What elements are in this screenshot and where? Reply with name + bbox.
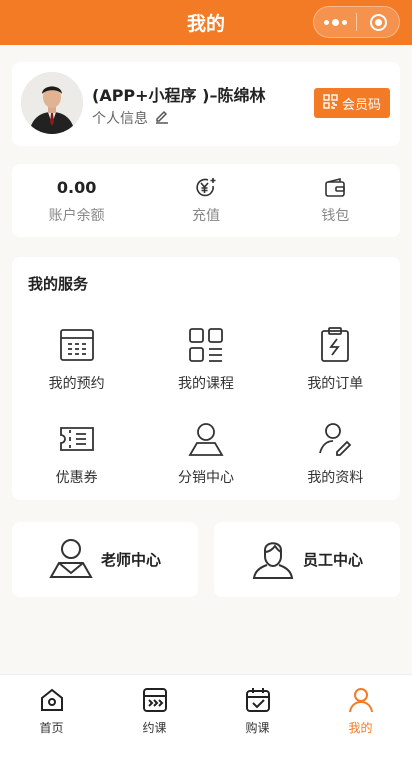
service-label: 我的资料: [307, 470, 364, 486]
nav-bar: 我的: [0, 0, 412, 45]
staff-center-button[interactable]: 员工中心: [214, 522, 400, 597]
recharge-label: 充值: [191, 207, 220, 224]
balance-label: 账户余额: [48, 207, 105, 224]
service-distribution-center[interactable]: 分销中心: [141, 421, 270, 487]
tab-buy-class[interactable]: 购课: [206, 675, 309, 760]
dot-icon: [331, 18, 339, 26]
tab-label: 约课: [142, 721, 167, 735]
service-my-profile[interactable]: 我的资料: [271, 421, 400, 487]
wallet-stats-card: 0.00 账户余额 充值 钱包: [12, 164, 400, 237]
buy-class-icon: [245, 687, 271, 717]
yuan-plus-icon: [194, 177, 218, 199]
service-label: 我的预约: [48, 376, 105, 392]
dot-icon: [323, 19, 329, 25]
user-name: (APP+小程序 )–陈绵林: [92, 86, 266, 105]
profile-card[interactable]: (APP+小程序 )–陈绵林 个人信息 会员码: [12, 62, 400, 146]
my-services-card: 我的服务 我的预约 我的课程 我的订单 优惠券 分销中心 我的资料: [12, 257, 400, 500]
person-edit-icon: [317, 421, 353, 461]
service-label: 分销中心: [177, 470, 234, 486]
avatar[interactable]: [21, 72, 83, 134]
staff-icon: [251, 536, 295, 584]
more-menu-button[interactable]: [314, 7, 356, 37]
service-label: 我的订单: [307, 376, 364, 392]
dot-icon: [341, 19, 347, 25]
service-coupons[interactable]: 优惠券: [12, 421, 141, 487]
tab-label: 我的: [348, 721, 373, 735]
clipboard-icon: [317, 327, 353, 367]
services-title: 我的服务: [28, 275, 89, 293]
teacher-icon: [49, 537, 93, 583]
service-my-orders[interactable]: 我的订单: [271, 327, 400, 393]
teacher-center-label: 老师中心: [100, 551, 161, 569]
wallet-button[interactable]: 钱包: [271, 164, 400, 237]
tab-mine[interactable]: 我的: [309, 675, 412, 760]
service-my-courses[interactable]: 我的课程: [141, 327, 270, 393]
tab-label: 购课: [245, 721, 270, 735]
wallet-icon: [323, 177, 347, 199]
qr-code-icon: [323, 93, 338, 113]
service-label: 优惠券: [55, 470, 98, 486]
target-icon: [369, 13, 387, 31]
service-label: 我的课程: [177, 376, 234, 392]
coupon-icon: [59, 421, 95, 461]
calendar-grid-icon: [59, 327, 95, 367]
member-code-label: 会员码: [341, 97, 381, 113]
mini-program-capsule: [313, 6, 400, 38]
book-class-icon: [142, 687, 168, 717]
services-grid: 我的预约 我的课程 我的订单 优惠券 分销中心 我的资料: [12, 327, 400, 487]
service-my-appointments[interactable]: 我的预约: [12, 327, 141, 393]
close-mini-program-button[interactable]: [357, 7, 399, 37]
staff-center-label: 员工中心: [302, 551, 363, 569]
recharge-button[interactable]: 充值: [141, 164, 270, 237]
tab-book-class[interactable]: 约课: [103, 675, 206, 760]
member-code-button[interactable]: 会员码: [313, 88, 390, 118]
tab-home[interactable]: 首页: [0, 675, 103, 760]
home-icon: [39, 687, 65, 717]
course-grid-icon: [188, 327, 224, 367]
balance-value: 0.00: [56, 177, 97, 197]
teacher-center-button[interactable]: 老师中心: [12, 522, 198, 597]
personal-info-label: 个人信息: [92, 111, 148, 127]
user-icon: [348, 687, 374, 717]
balance-stat[interactable]: 0.00 账户余额: [12, 164, 141, 237]
edit-icon: [154, 108, 170, 128]
wallet-label: 钱包: [321, 207, 350, 224]
page-title: 我的: [186, 13, 225, 35]
tab-label: 首页: [39, 721, 64, 735]
bottom-tab-bar: 首页 约课 购课 我的: [0, 674, 412, 760]
personal-info-link[interactable]: 个人信息: [92, 108, 170, 128]
person-icon: [188, 421, 224, 461]
